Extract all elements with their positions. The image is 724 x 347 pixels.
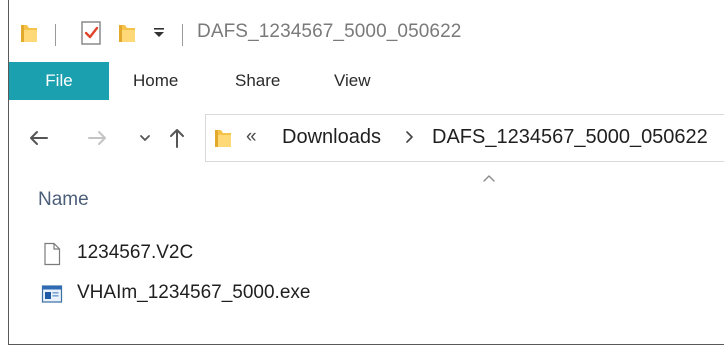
explorer-window: DAFS_1234567_5000_050622 File Home Share… [8,0,724,345]
sort-ascending-caret-icon [483,175,495,182]
chevron-right-icon[interactable] [403,128,417,146]
folder-icon [215,130,231,147]
recent-locations-chevron-down-icon[interactable] [133,126,157,150]
breadcrumb-current-folder[interactable]: DAFS_1234567_5000_050622 [432,126,708,149]
window-title: DAFS_1234567_5000_050622 [197,21,462,42]
navigation-bar: « Downloads DAFS_1234567_5000_050622 [9,100,724,176]
tab-view[interactable]: View [334,62,371,100]
up-arrow-icon[interactable] [165,126,189,150]
file-name: 1234567.V2C [77,242,194,263]
properties-icon[interactable] [79,20,103,46]
ribbon-tabs: File Home Share View [9,62,724,101]
address-bar[interactable]: « Downloads DAFS_1234567_5000_050622 [205,114,724,162]
back-arrow-icon[interactable] [27,126,51,150]
new-folder-icon[interactable] [117,21,137,45]
exe-app-icon [41,285,63,303]
file-name: VHAIm_1234567_5000.exe [77,282,311,303]
column-header-name[interactable]: Name [38,189,89,211]
forward-arrow-icon[interactable] [85,126,109,150]
tab-share[interactable]: Share [235,62,280,100]
breadcrumb-downloads[interactable]: Downloads [282,126,381,149]
toolbar-separator [182,24,183,46]
customize-toolbar-dropdown-icon[interactable] [151,25,167,41]
tab-home[interactable]: Home [133,62,178,100]
list-item[interactable]: 1234567.V2C [9,237,724,271]
list-item[interactable]: VHAIm_1234567_5000.exe [9,277,724,311]
breadcrumb-overflow-button[interactable]: « [246,126,257,148]
title-bar: DAFS_1234567_5000_050622 [9,0,724,62]
tab-file[interactable]: File [9,62,109,100]
folder-icon [21,25,37,42]
blank-file-icon [44,242,61,266]
toolbar-separator [55,24,56,46]
